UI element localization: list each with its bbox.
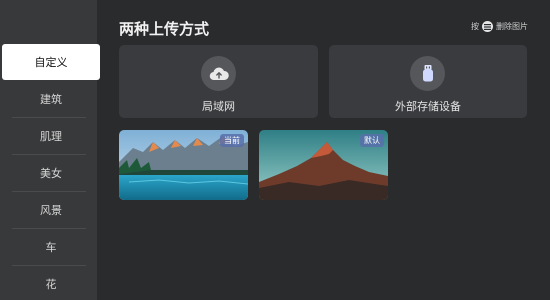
sidebar-item-label: 车 (45, 241, 57, 254)
sidebar: 自定义 建筑 肌理 美女 风景 车 花 (0, 0, 100, 300)
default-badge: 默认 (360, 134, 384, 147)
sidebar-item-custom[interactable]: 自定义 (2, 44, 100, 80)
delete-hint: 按 删除图片 (471, 21, 528, 32)
external-storage-label: 外部存储设备 (395, 100, 461, 113)
cloud-upload-icon (201, 56, 236, 91)
sidebar-item-label: 美女 (40, 167, 62, 180)
menu-icon (482, 21, 493, 32)
hint-prefix: 按 (471, 22, 479, 31)
sidebar-item-car[interactable]: 车 (3, 229, 99, 265)
sidebar-item-scenery[interactable]: 风景 (3, 192, 99, 228)
page-title: 两种上传方式 (119, 20, 210, 38)
sidebar-item-label: 花 (45, 278, 57, 291)
sidebar-item-beauty[interactable]: 美女 (3, 155, 99, 191)
lan-upload-card[interactable]: 局域网 (119, 45, 318, 118)
sidebar-item-label: 建筑 (40, 93, 62, 106)
sidebar-item-flower[interactable]: 花 (3, 266, 99, 300)
lan-upload-label: 局域网 (202, 100, 235, 113)
image-thumbnail-current[interactable]: 当前 (119, 130, 248, 200)
sidebar-item-label: 自定义 (34, 56, 68, 69)
current-badge: 当前 (220, 134, 244, 147)
sidebar-item-texture[interactable]: 肌理 (3, 118, 99, 154)
sidebar-item-architecture[interactable]: 建筑 (3, 81, 99, 117)
usb-drive-icon (410, 56, 445, 91)
sidebar-item-label: 肌理 (40, 130, 62, 143)
external-storage-card[interactable]: 外部存储设备 (329, 45, 527, 118)
hint-action: 删除图片 (496, 22, 528, 31)
image-thumbnail-default[interactable]: 默认 (259, 130, 388, 200)
sidebar-item-label: 风景 (40, 204, 62, 217)
